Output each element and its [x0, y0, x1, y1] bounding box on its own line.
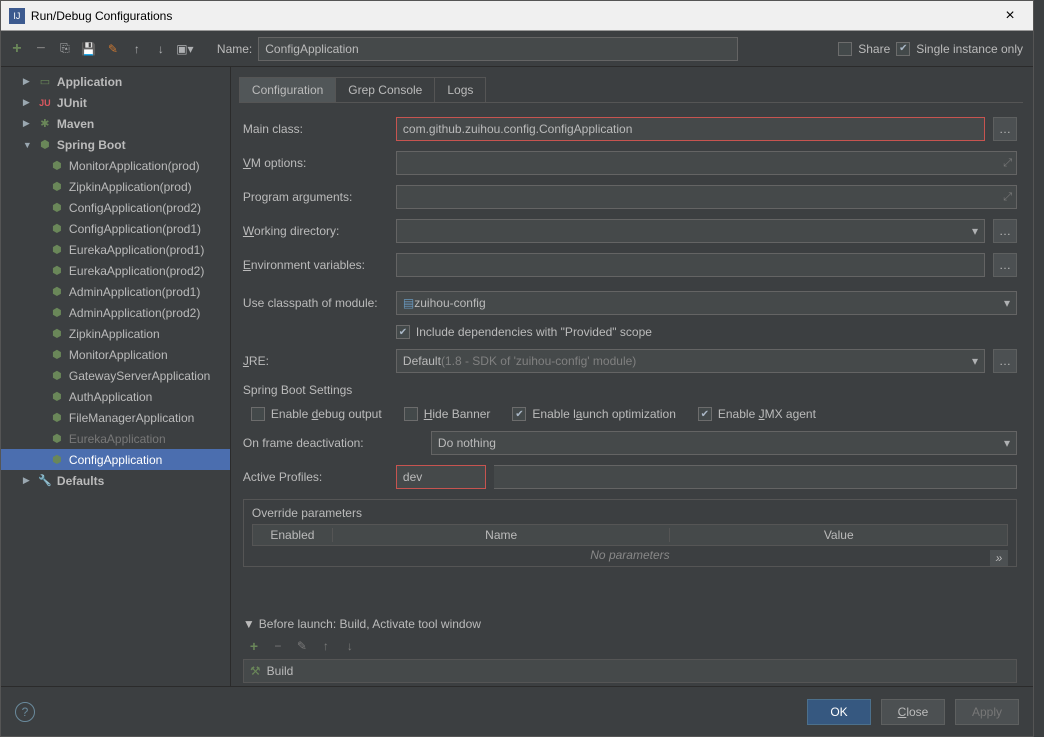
tree-spring-item[interactable]: ⬢ConfigApplication(prod2)	[1, 197, 230, 218]
tree-maven[interactable]: ▶✱Maven	[1, 113, 230, 134]
save-config-button[interactable]: 💾	[79, 39, 99, 59]
on-frame-select[interactable]: Do nothing	[431, 431, 1017, 455]
env-vars-input[interactable]	[396, 253, 985, 277]
bl-down-button[interactable]: ↓	[341, 637, 359, 655]
tree-spring-item[interactable]: ⬢ZipkinApplication	[1, 323, 230, 344]
working-dir-input[interactable]	[396, 219, 985, 243]
tab-bar: Configuration Grep Console Logs	[239, 77, 1023, 103]
jre-label: JRE:	[243, 354, 388, 368]
main-panel: Configuration Grep Console Logs Main cla…	[231, 67, 1033, 686]
tab-configuration[interactable]: Configuration	[239, 77, 336, 102]
include-provided-checkbox[interactable]: ✔Include dependencies with "Provided" sc…	[396, 325, 652, 339]
active-profiles-input-highlighted[interactable]: dev	[396, 465, 486, 489]
active-profiles-input[interactable]	[494, 465, 1017, 489]
tree-spring-item[interactable]: ⬢GatewayServerApplication	[1, 365, 230, 386]
override-empty: No parameters»	[252, 546, 1008, 566]
tree-spring-item[interactable]: ⬢MonitorApplication(prod)	[1, 155, 230, 176]
override-table-header: Enabled Name Value	[252, 524, 1008, 546]
browse-jre-button[interactable]: …	[993, 349, 1017, 373]
bl-up-button[interactable]: ↑	[317, 637, 335, 655]
close-button[interactable]: Close	[881, 699, 945, 725]
use-classpath-label: Use classpath of module:	[243, 296, 388, 310]
override-params-box: Override parameters Enabled Name Value N…	[243, 499, 1017, 567]
top-toolbar-row: + − ⎘ 💾 ✎ ↑ ↓ ▣▾ Name: Share ✔Single ins…	[1, 31, 1033, 67]
vm-options-input[interactable]	[396, 151, 1017, 175]
tree-spring-boot[interactable]: ▼⬢Spring Boot	[1, 134, 230, 155]
tree-spring-item[interactable]: ⬢ZipkinApplication(prod)	[1, 176, 230, 197]
program-args-label: Program arguments:	[243, 190, 388, 204]
edit-templates-button[interactable]: ✎	[103, 39, 123, 59]
name-label: Name:	[217, 42, 252, 56]
hide-banner-checkbox[interactable]: Hide Banner	[404, 407, 491, 421]
tree-spring-item[interactable]: ⬢EurekaApplication	[1, 428, 230, 449]
before-launch-item[interactable]: ⚒Build	[243, 659, 1017, 683]
on-frame-label: On frame deactivation:	[243, 436, 423, 450]
single-instance-checkbox[interactable]: ✔Single instance only	[896, 42, 1023, 56]
bl-edit-button[interactable]: ✎	[293, 637, 311, 655]
bl-remove-button[interactable]: −	[269, 637, 287, 655]
copy-config-button[interactable]: ⎘	[55, 39, 75, 59]
tree-spring-item[interactable]: ⬢AuthApplication	[1, 386, 230, 407]
dialog-footer: ? OK Close Apply	[1, 686, 1033, 736]
config-toolbar: + − ⎘ 💾 ✎ ↑ ↓ ▣▾	[7, 39, 195, 59]
ok-button[interactable]: OK	[807, 699, 871, 725]
config-tree[interactable]: ▶▭Application ▶JUJUnit ▶✱Maven ▼⬢Spring …	[1, 67, 231, 686]
active-profiles-label: Active Profiles:	[243, 470, 388, 484]
add-config-button[interactable]: +	[7, 39, 27, 59]
titlebar: IJ Run/Debug Configurations ×	[1, 1, 1033, 31]
bl-add-button[interactable]: +	[245, 637, 263, 655]
close-icon[interactable]: ×	[995, 1, 1025, 31]
tree-spring-item[interactable]: ⬢EurekaApplication(prod1)	[1, 239, 230, 260]
main-class-input[interactable]: com.github.zuihou.config.ConfigApplicati…	[396, 117, 985, 141]
folder-button[interactable]: ▣▾	[175, 39, 195, 59]
tree-spring-item[interactable]: ⬢MonitorApplication	[1, 344, 230, 365]
tree-junit[interactable]: ▶JUJUnit	[1, 92, 230, 113]
app-icon: IJ	[9, 8, 25, 24]
vm-options-label: VM options:	[243, 156, 388, 170]
enable-debug-checkbox[interactable]: Enable debug output	[251, 407, 382, 421]
main-class-label: Main class:	[243, 122, 388, 136]
program-args-input[interactable]	[396, 185, 1017, 209]
override-title: Override parameters	[252, 506, 1008, 520]
tree-spring-item-selected[interactable]: ⬢ConfigApplication	[1, 449, 230, 470]
tab-logs[interactable]: Logs	[434, 77, 486, 102]
tab-grep-console[interactable]: Grep Console	[335, 77, 435, 102]
before-launch-header[interactable]: ▼Before launch: Build, Activate tool win…	[243, 617, 1017, 631]
spring-settings-label: Spring Boot Settings	[243, 383, 1017, 397]
enable-jmx-checkbox[interactable]: ✔Enable JMX agent	[698, 407, 816, 421]
remove-config-button[interactable]: −	[31, 39, 51, 59]
share-checkbox[interactable]: Share	[838, 42, 890, 56]
env-vars-label: Environment variables:	[243, 258, 388, 272]
tree-spring-item[interactable]: ⬢AdminApplication(prod1)	[1, 281, 230, 302]
before-launch-section: ▼Before launch: Build, Activate tool win…	[243, 617, 1017, 683]
config-name-input[interactable]	[258, 37, 738, 61]
override-more-button[interactable]: »	[990, 550, 1008, 566]
browse-main-class-button[interactable]: …	[993, 117, 1017, 141]
enable-launch-opt-checkbox[interactable]: ✔Enable launch optimization	[512, 407, 675, 421]
move-down-button[interactable]: ↓	[151, 39, 171, 59]
tree-defaults[interactable]: ▶🔧Defaults	[1, 470, 230, 491]
module-select[interactable]: ▤ zuihou-config	[396, 291, 1017, 315]
working-dir-label: Working directory:	[243, 224, 388, 238]
browse-workdir-button[interactable]: …	[993, 219, 1017, 243]
tree-spring-item[interactable]: ⬢EurekaApplication(prod2)	[1, 260, 230, 281]
tree-application[interactable]: ▶▭Application	[1, 71, 230, 92]
apply-button[interactable]: Apply	[955, 699, 1019, 725]
tree-spring-item[interactable]: ⬢ConfigApplication(prod1)	[1, 218, 230, 239]
tree-spring-item[interactable]: ⬢AdminApplication(prod2)	[1, 302, 230, 323]
tree-spring-item[interactable]: ⬢FileManagerApplication	[1, 407, 230, 428]
run-debug-dialog: IJ Run/Debug Configurations × + − ⎘ 💾 ✎ …	[0, 0, 1034, 737]
window-title: Run/Debug Configurations	[31, 9, 995, 23]
jre-select[interactable]: Default (1.8 - SDK of 'zuihou-config' mo…	[396, 349, 985, 373]
browse-env-button[interactable]: …	[993, 253, 1017, 277]
help-button[interactable]: ?	[15, 702, 35, 722]
config-form: Main class: com.github.zuihou.config.Con…	[239, 103, 1023, 683]
move-up-button[interactable]: ↑	[127, 39, 147, 59]
